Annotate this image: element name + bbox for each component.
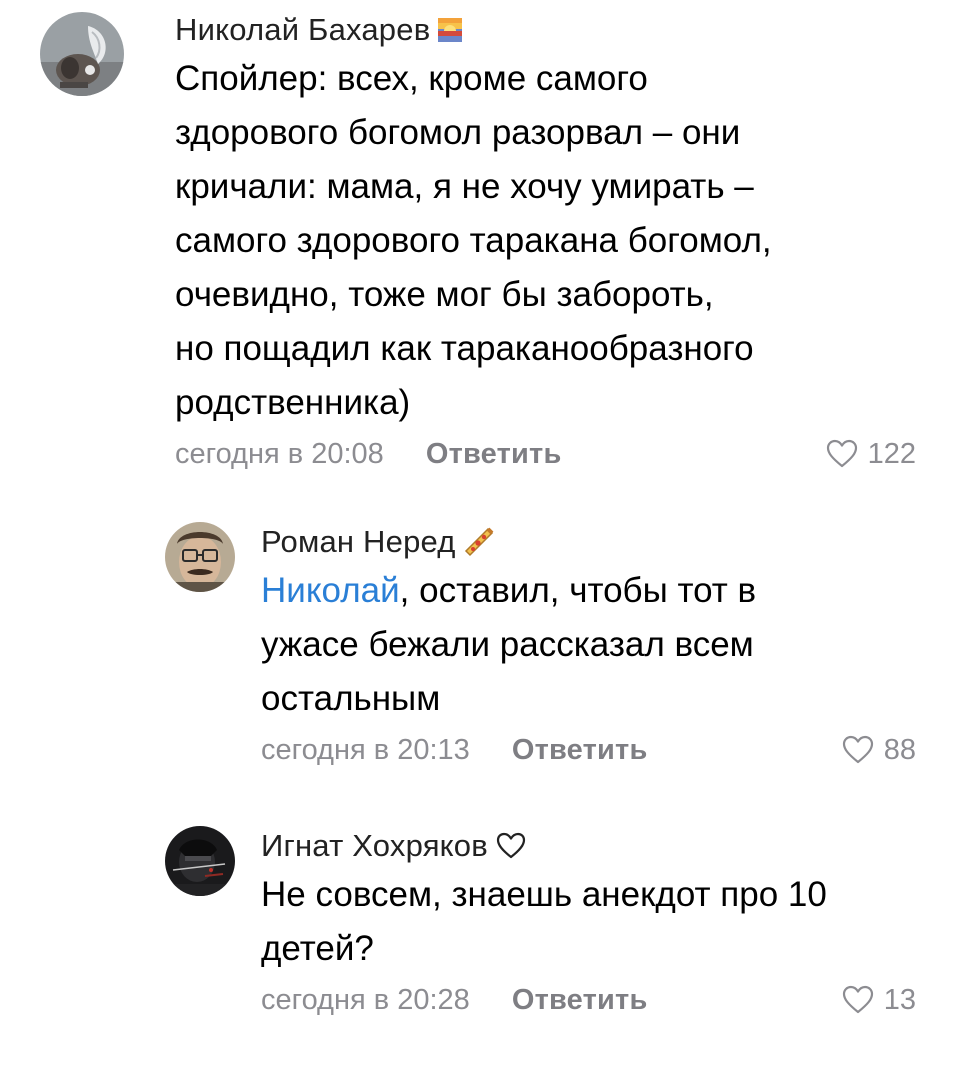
comment-text-line: Не совсем, знаешь анекдот про 10 <box>261 875 827 914</box>
comment-date: сегодня в 20:13 <box>261 734 470 766</box>
like-count: 88 <box>883 734 916 766</box>
comments-thread: Николай Бахарев Спойлер: всех, кроме сам… <box>0 0 956 1080</box>
comment-text: Спойлер: всех, кроме самого здорового бо… <box>175 52 916 430</box>
like-count: 122 <box>867 438 916 470</box>
comment-text-line: самого здорового таракана богомол, <box>175 221 772 260</box>
like-button[interactable]: 122 <box>826 434 916 474</box>
like-button[interactable]: 13 <box>842 980 916 1020</box>
avatar[interactable] <box>165 826 235 896</box>
like-count: 13 <box>883 984 916 1016</box>
sunset-emoji-icon <box>438 18 463 42</box>
pizza-emoji-icon <box>464 527 494 557</box>
comment-text-line: кричали: мама, я не хочу умирать – <box>175 167 754 206</box>
heart-icon <box>842 985 874 1015</box>
comment-text: Николай, оставил, чтобы тот в ужасе бежа… <box>261 564 916 726</box>
like-button[interactable]: 88 <box>842 730 916 770</box>
avatar[interactable] <box>165 522 235 592</box>
author-line: Роман Неред <box>261 522 916 562</box>
comment-text-line: Спойлер: всех, кроме самого <box>175 59 648 98</box>
comment-text-line: ужасе бежали рассказал всем <box>261 625 754 664</box>
author-name[interactable]: Николай Бахарев <box>175 10 430 50</box>
avatar[interactable] <box>40 12 124 96</box>
author-name[interactable]: Игнат Хохряков <box>261 826 488 866</box>
mention-link[interactable]: Николай <box>261 571 400 610</box>
comment-date: сегодня в 20:28 <box>261 984 470 1016</box>
comment-meta: сегодня в 20:13 Ответить 88 <box>261 730 916 770</box>
comment-text-line: но пощадил как тараканообразного <box>175 329 754 368</box>
heart-outline-icon <box>496 831 526 861</box>
comment-text-line: Николай, оставил, чтобы тот в <box>261 564 916 618</box>
reply-button[interactable]: Ответить <box>426 434 562 474</box>
heart-icon <box>826 439 858 469</box>
comment-text-fragment: , оставил, чтобы тот в <box>399 571 757 610</box>
heart-icon <box>842 735 874 765</box>
comment-meta: сегодня в 20:28 Ответить 13 <box>261 980 916 1020</box>
comment-meta: сегодня в 20:08 Ответить 122 <box>175 434 916 474</box>
reply-button[interactable]: Ответить <box>512 730 648 770</box>
comment-text-line: очевидно, тоже мог бы забороть, <box>175 275 714 314</box>
comment-text: Не совсем, знаешь анекдот про 10 детей? <box>261 868 916 976</box>
comment-text-line: детей? <box>261 929 374 968</box>
author-line: Игнат Хохряков <box>261 826 916 866</box>
reply-button[interactable]: Ответить <box>512 980 648 1020</box>
author-name[interactable]: Роман Неред <box>261 522 456 562</box>
comment-text-line: родственника) <box>175 383 411 422</box>
author-line: Николай Бахарев <box>175 10 916 50</box>
comment-date: сегодня в 20:08 <box>175 438 384 470</box>
comment-text-line: остальным <box>261 679 441 718</box>
comment-text-line: здорового богомол разорвал – они <box>175 113 741 152</box>
